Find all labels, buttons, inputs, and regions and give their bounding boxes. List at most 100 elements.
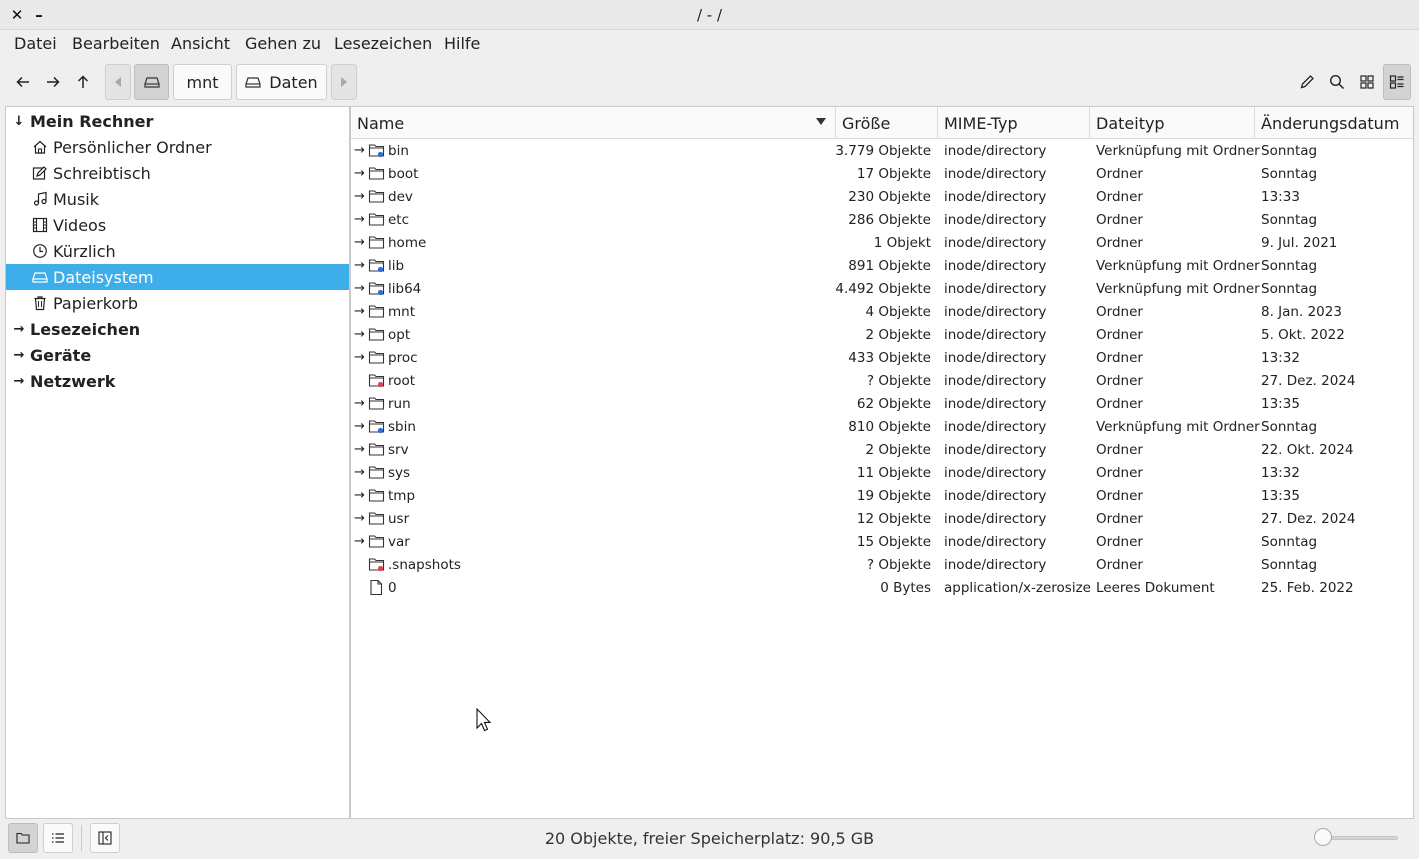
detail-view-button[interactable]: [1383, 64, 1411, 100]
expand-arrow-icon[interactable]: →: [354, 235, 365, 250]
sidebar-item-dateisystem[interactable]: Dateisystem: [6, 264, 349, 290]
column-header-name[interactable]: Name: [351, 107, 836, 139]
expand-arrow-icon[interactable]: →: [354, 534, 365, 549]
sidebar-item-schreibtisch[interactable]: Schreibtisch: [6, 160, 349, 186]
sidebar-section-lesezeichen[interactable]: → Lesezeichen: [6, 316, 349, 342]
sidebar-item-persoenlicher-ordner[interactable]: Persönlicher Ordner: [6, 134, 349, 160]
file-size: 0 Bytes: [880, 580, 931, 596]
column-header-type[interactable]: Dateityp: [1090, 107, 1255, 139]
file-name: dev: [388, 189, 413, 205]
expand-arrow-icon[interactable]: →: [354, 281, 365, 296]
expand-arrow-icon[interactable]: →: [354, 327, 365, 342]
up-button[interactable]: [68, 66, 98, 98]
expand-arrow-icon[interactable]: →: [354, 488, 365, 503]
file-name: boot: [388, 166, 419, 182]
breadcrumb-mnt[interactable]: mnt: [173, 64, 232, 100]
expand-arrow-icon[interactable]: →: [354, 511, 365, 526]
file-modified-date: 13:32: [1261, 465, 1300, 481]
file-mime-type: inode/directory: [944, 396, 1047, 412]
file-row[interactable]: → sys 11 Objekte inode/directory Ordner 13:32: [351, 462, 1413, 485]
file-row[interactable]: → lib64 4.492 Objekte inode/directory Verknü…: [351, 278, 1413, 301]
file-row[interactable]: → home 1 Objekt inode/directory Ordner 9. Jul…: [351, 232, 1413, 255]
sidebar-section-geraete[interactable]: → Geräte: [6, 342, 349, 368]
menu-ansicht[interactable]: Ansicht: [171, 34, 230, 53]
column-header-size[interactable]: Größe: [836, 107, 938, 139]
file-row[interactable]: → opt 2 Objekte inode/directory Ordner 5. Okt…: [351, 324, 1413, 347]
drive-icon: [245, 77, 261, 88]
menu-gehen-zu[interactable]: Gehen zu: [245, 34, 321, 53]
file-row[interactable]: → mnt 4 Objekte inode/directory Ordner 8. Jan…: [351, 301, 1413, 324]
menu-bearbeiten[interactable]: Bearbeiten: [72, 34, 160, 53]
back-button[interactable]: [8, 66, 38, 98]
folder-icon: [368, 466, 385, 479]
breadcrumb-root[interactable]: [134, 64, 169, 100]
folder-icon: [368, 535, 385, 548]
file-row[interactable]: → bin 3.779 Objekte inode/directory Verknüpf…: [351, 140, 1413, 163]
file-name: 0: [388, 580, 397, 596]
sidebar-item-videos[interactable]: Videos: [6, 212, 349, 238]
file-size: 4.492 Objekte: [835, 281, 931, 297]
file-row[interactable]: → dev 230 Objekte inode/directory Ordner 13:3…: [351, 186, 1413, 209]
zoom-slider-handle[interactable]: [1314, 828, 1332, 846]
menu-bar: Datei Bearbeiten Ansicht Gehen zu Leseze…: [0, 30, 1419, 58]
sidebar-item-papierkorb[interactable]: Papierkorb: [6, 290, 349, 316]
file-row[interactable]: → run 62 Objekte inode/directory Ordner 13:35: [351, 393, 1413, 416]
column-header-date[interactable]: Änderungsdatum: [1255, 107, 1413, 139]
expand-arrow-icon[interactable]: →: [354, 350, 365, 365]
expand-arrow-icon[interactable]: →: [354, 143, 365, 158]
file-row[interactable]: → var 15 Objekte inode/directory Ordner Sonnt…: [351, 531, 1413, 554]
file-modified-date: 25. Feb. 2022: [1261, 580, 1354, 596]
sidebar-item-musik[interactable]: Musik: [6, 186, 349, 212]
folder-icon: [368, 213, 385, 226]
file-row[interactable]: → sbin 810 Objekte inode/directory Verknüpfu…: [351, 416, 1413, 439]
sidebar-section-mein-rechner[interactable]: ↓ Mein Rechner: [6, 108, 349, 134]
rename-button[interactable]: [1293, 66, 1321, 98]
file-row[interactable]: → srv 2 Objekte inode/directory Ordner 22. Ok…: [351, 439, 1413, 462]
file-row[interactable]: → lib 891 Objekte inode/directory Verknüpfun…: [351, 255, 1413, 278]
file-row[interactable]: .snapshots ? Objekte inode/directory Ordner…: [351, 554, 1413, 577]
expand-arrow-icon[interactable]: →: [354, 465, 365, 480]
expand-arrow-icon[interactable]: →: [354, 304, 365, 319]
menu-hilfe[interactable]: Hilfe: [444, 34, 480, 53]
column-header-mime[interactable]: MIME-Typ: [938, 107, 1090, 139]
file-mime-type: inode/directory: [944, 235, 1047, 251]
breadcrumb-scroll-left[interactable]: [105, 64, 131, 100]
drive-icon: [143, 77, 160, 88]
menu-lesezeichen[interactable]: Lesezeichen: [334, 34, 432, 53]
sidebar-section-label: Lesezeichen: [30, 319, 141, 339]
expand-arrow-icon[interactable]: →: [354, 212, 365, 227]
file-row[interactable]: → proc 433 Objekte inode/directory Ordner 13:…: [351, 347, 1413, 370]
breadcrumb-scroll-right[interactable]: [331, 64, 357, 100]
search-button[interactable]: [1323, 66, 1351, 98]
file-row[interactable]: root ? Objekte inode/directory Ordner 27. De…: [351, 370, 1413, 393]
breadcrumb-daten[interactable]: Daten: [236, 64, 327, 100]
icon-view-button[interactable]: [1353, 66, 1381, 98]
expand-arrow-icon[interactable]: →: [354, 442, 365, 457]
file-size: 19 Objekte: [856, 488, 931, 504]
expand-arrow-icon[interactable]: →: [354, 396, 365, 411]
forward-button[interactable]: [38, 66, 68, 98]
file-type: Ordner: [1096, 534, 1143, 550]
expand-arrow-icon[interactable]: →: [354, 419, 365, 434]
drive-icon: [31, 268, 49, 286]
sidebar-item-label: Schreibtisch: [53, 163, 151, 183]
file-modified-date: 13:32: [1261, 350, 1300, 366]
expand-arrow-icon[interactable]: →: [354, 189, 365, 204]
file-row[interactable]: → tmp 19 Objekte inode/directory Ordner 13:35: [351, 485, 1413, 508]
zoom-slider[interactable]: [1322, 836, 1398, 840]
sidebar-item-kuerzlich[interactable]: Kürzlich: [6, 238, 349, 264]
sidebar-section-netzwerk[interactable]: → Netzwerk: [6, 368, 349, 394]
file-row[interactable]: 0 0 Bytes application/x-zerosize Leeres Dok…: [351, 577, 1413, 600]
expanded-arrow-icon: ↓: [13, 113, 25, 129]
menu-datei[interactable]: Datei: [14, 34, 57, 53]
file-row[interactable]: → usr 12 Objekte inode/directory Ordner 27. D…: [351, 508, 1413, 531]
file-type: Ordner: [1096, 396, 1143, 412]
file-row[interactable]: → etc 286 Objekte inode/directory Ordner Sonn…: [351, 209, 1413, 232]
file-name: mnt: [388, 304, 415, 320]
file-type: Ordner: [1096, 166, 1143, 182]
file-row[interactable]: → boot 17 Objekte inode/directory Ordner Sonn…: [351, 163, 1413, 186]
expand-arrow-icon[interactable]: →: [354, 258, 365, 273]
detail-view-icon: [1389, 75, 1404, 89]
folder-locked-icon: [368, 558, 385, 572]
expand-arrow-icon[interactable]: →: [354, 166, 365, 181]
